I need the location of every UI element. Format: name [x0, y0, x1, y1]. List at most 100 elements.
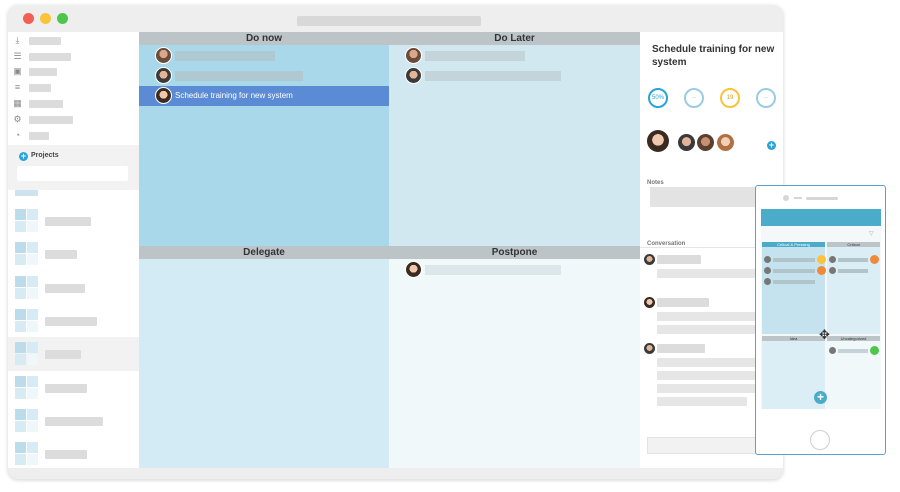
- task-placeholder[interactable]: [175, 71, 303, 81]
- phone-quadrant[interactable]: [827, 341, 880, 409]
- nav-item-placeholder[interactable]: [29, 37, 61, 45]
- avatar: [405, 261, 422, 278]
- phone-quadrant[interactable]: [762, 247, 826, 334]
- date-ring[interactable]: --: [684, 88, 704, 108]
- avatar: [644, 254, 655, 265]
- task-placeholder[interactable]: [425, 51, 525, 61]
- rss-settings-icon[interactable]: ⚙: [13, 115, 22, 124]
- avatar[interactable]: [717, 134, 734, 151]
- nav-item-placeholder[interactable]: [29, 116, 73, 124]
- projects-label: Projects: [31, 152, 59, 159]
- project-thumb: [15, 442, 38, 465]
- notes-field[interactable]: [650, 187, 770, 207]
- project-name-placeholder: [45, 217, 91, 226]
- progress-ring[interactable]: 50%: [648, 88, 668, 108]
- task-detail-title: Schedule training for new system: [652, 44, 775, 68]
- project-name-placeholder: [45, 250, 77, 259]
- task-placeholder[interactable]: [425, 265, 561, 275]
- list-item-selected[interactable]: [8, 337, 139, 371]
- list-item[interactable]: [8, 373, 139, 403]
- list-item[interactable]: [8, 273, 139, 303]
- phone-quadrant[interactable]: [827, 247, 880, 334]
- comment-author-placeholder: [657, 255, 701, 264]
- quadrant-title: Delegate: [139, 246, 389, 259]
- quadrant-delegate[interactable]: Delegate: [139, 246, 389, 468]
- avatar: [829, 256, 836, 263]
- effort-ring[interactable]: --: [756, 88, 776, 108]
- list-item[interactable]: [8, 306, 139, 336]
- nav-item-placeholder[interactable]: [29, 53, 71, 61]
- list-icon[interactable]: ≡: [13, 83, 22, 92]
- project-search-input[interactable]: [17, 166, 128, 181]
- task-placeholder[interactable]: [773, 258, 815, 262]
- project-thumb: [15, 376, 38, 399]
- quadrant-do-now[interactable]: Do now Schedule training for new system: [139, 32, 389, 246]
- avatar: [155, 47, 172, 64]
- comment-author-placeholder: [657, 298, 709, 307]
- nav-item-placeholder[interactable]: [29, 100, 63, 108]
- list-item[interactable]: [8, 406, 139, 436]
- comment-text-placeholder: [657, 397, 747, 406]
- checklist-icon[interactable]: ☰: [13, 52, 22, 61]
- phone-sensor: [794, 197, 802, 199]
- notes-label: Notes: [647, 180, 664, 186]
- quadrant-postpone[interactable]: Postpone: [389, 246, 640, 468]
- avatar: [644, 343, 655, 354]
- avatar[interactable]: [678, 134, 695, 151]
- task-placeholder[interactable]: [425, 71, 561, 81]
- priority-matrix: Do now Schedule training for new system …: [139, 32, 640, 468]
- project-thumb: [15, 242, 38, 265]
- avatar: [155, 87, 172, 104]
- task-placeholder[interactable]: [773, 280, 815, 284]
- priority-ring[interactable]: 19: [720, 88, 740, 108]
- calendar-icon[interactable]: ▦: [13, 99, 22, 108]
- project-thumb: [15, 276, 38, 299]
- task-title: Schedule training for new system: [175, 91, 293, 100]
- maximize-window-button[interactable]: [57, 13, 68, 24]
- window-title-placeholder: [297, 16, 481, 26]
- task-placeholder[interactable]: [175, 51, 275, 61]
- quadrant-title: Do now: [139, 32, 389, 45]
- nav-item-placeholder[interactable]: [29, 132, 49, 140]
- avatar[interactable]: [697, 134, 714, 151]
- phone-camera: [783, 195, 789, 201]
- list-item[interactable]: [8, 206, 139, 236]
- project-thumb: [15, 309, 38, 332]
- minimize-window-button[interactable]: [40, 13, 51, 24]
- close-window-button[interactable]: [23, 13, 34, 24]
- add-project-icon[interactable]: +: [19, 152, 28, 161]
- list-item[interactable]: [8, 439, 139, 469]
- selected-task-row[interactable]: Schedule training for new system: [139, 86, 389, 106]
- owner-avatar[interactable]: [647, 130, 669, 152]
- avatar: [829, 347, 836, 354]
- avatar: [405, 67, 422, 84]
- project-name-placeholder: [45, 350, 81, 359]
- quadrant-do-later[interactable]: Do Later: [389, 32, 640, 246]
- download-icon[interactable]: ⤓: [13, 36, 22, 45]
- list-item[interactable]: [8, 239, 139, 269]
- comment-author-placeholder: [657, 344, 705, 353]
- add-task-button[interactable]: +: [814, 391, 827, 404]
- phone-speaker: [806, 197, 838, 200]
- task-placeholder[interactable]: [838, 349, 868, 353]
- sidebar: ⤓ ☰ ▣ ≡ ▦ ⚙ ◔ + Projects: [8, 32, 139, 468]
- project-name-placeholder: [45, 317, 97, 326]
- filter-icon[interactable]: ▽: [869, 230, 874, 237]
- avatar: [644, 297, 655, 308]
- quadrant-title: Do Later: [389, 32, 640, 45]
- move-icon[interactable]: ✥: [819, 327, 830, 343]
- phone-home-button[interactable]: [810, 430, 830, 450]
- comment-input[interactable]: [647, 437, 769, 454]
- image-icon[interactable]: ▣: [13, 67, 22, 76]
- project-name-placeholder: [45, 450, 87, 459]
- avatar: [155, 67, 172, 84]
- project-thumb: [15, 409, 38, 432]
- nav-item-placeholder[interactable]: [29, 84, 51, 92]
- nav-item-placeholder[interactable]: [29, 68, 57, 76]
- task-placeholder[interactable]: [838, 258, 868, 262]
- task-placeholder[interactable]: [838, 269, 868, 273]
- project-thumb: [15, 342, 38, 365]
- task-placeholder[interactable]: [773, 269, 815, 273]
- add-assignee-icon[interactable]: +: [767, 141, 776, 150]
- rss-icon[interactable]: ◔: [13, 131, 22, 140]
